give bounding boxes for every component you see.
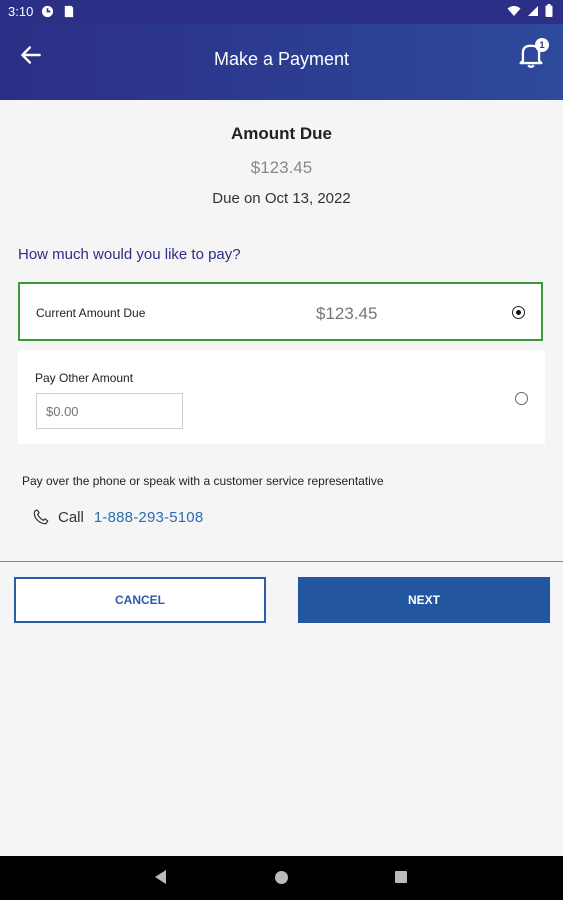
- status-time: 3:10: [8, 4, 34, 19]
- due-date: Due on Oct 13, 2022: [212, 190, 351, 207]
- current-amount-label: Current Amount Due: [36, 306, 146, 320]
- page-title: Make a Payment: [213, 49, 350, 69]
- status-indicators: [507, 4, 553, 17]
- cancel-button[interactable]: CANCEL: [14, 577, 266, 623]
- sd-card-icon: [64, 5, 74, 18]
- nav-back-icon[interactable]: [155, 870, 166, 884]
- current-amount-option[interactable]: Current Amount Due $123.45: [18, 282, 543, 341]
- call-label: Call: [58, 508, 84, 526]
- nav-recents-icon[interactable]: [395, 871, 407, 883]
- notification-badge: 1: [535, 38, 549, 52]
- app-notification-icon: [41, 5, 54, 18]
- next-button[interactable]: NEXT: [298, 577, 550, 623]
- call-row: Call 1-888-293-5108: [32, 508, 203, 526]
- notifications-button[interactable]: 1: [517, 38, 549, 70]
- other-amount-radio[interactable]: [515, 392, 528, 405]
- status-bar: 3:10: [0, 0, 563, 24]
- amount-summary: Amount Due $123.45 Due on Oct 13, 2022: [0, 124, 563, 207]
- current-amount-value: $123.45: [316, 304, 378, 323]
- other-amount-label: Pay Other Amount: [35, 371, 134, 385]
- phone-number-link[interactable]: 1-888-293-5108: [94, 509, 204, 526]
- system-nav-bar: [0, 856, 563, 900]
- other-amount-option[interactable]: Pay Other Amount: [18, 350, 545, 444]
- amount-due-heading: Amount Due: [230, 124, 333, 143]
- divider: [0, 561, 563, 562]
- nav-home-icon[interactable]: [275, 871, 288, 884]
- phone-payment-text: Pay over the phone or speak with a custo…: [22, 474, 384, 488]
- wifi-icon: [507, 5, 521, 16]
- app-bar: Make a Payment 1: [0, 24, 563, 100]
- current-amount-radio[interactable]: [512, 306, 525, 319]
- phone-icon: [33, 509, 49, 525]
- amount-due-value: $123.45: [250, 158, 313, 177]
- other-amount-input[interactable]: [36, 393, 183, 429]
- battery-icon: [545, 4, 553, 17]
- payment-question: How much would you like to pay?: [18, 246, 241, 263]
- signal-icon: [528, 5, 538, 16]
